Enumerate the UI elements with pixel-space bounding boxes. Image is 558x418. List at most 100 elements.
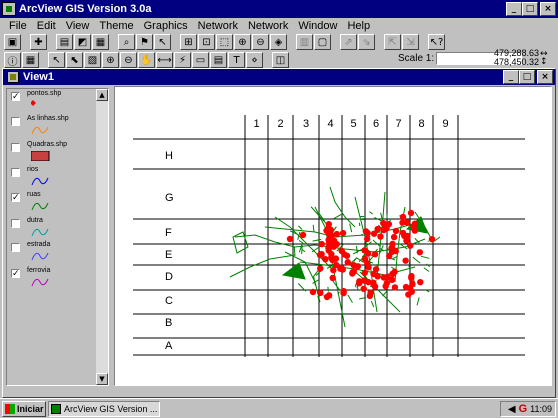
- view-window-controls: _ □ ×: [503, 70, 553, 84]
- view-icon[interactable]: [7, 71, 19, 83]
- view-maximize-button[interactable]: □: [519, 70, 535, 84]
- send-back-icon[interactable]: ⇲: [402, 34, 419, 50]
- measure-icon[interactable]: ⟷: [156, 52, 173, 68]
- scroll-up-icon[interactable]: ▲: [96, 89, 108, 101]
- open-table-icon[interactable]: ▦: [92, 34, 109, 50]
- tray-app-icon[interactable]: G: [519, 403, 528, 415]
- close-button[interactable]: ×: [540, 2, 556, 16]
- minimize-button[interactable]: _: [506, 2, 522, 16]
- menu-graphics[interactable]: Graphics: [139, 20, 193, 32]
- toc-scrollbar[interactable]: ▲ ▼: [96, 89, 108, 385]
- theme-properties-icon[interactable]: ▤: [56, 34, 73, 50]
- theme-visibility-checkbox[interactable]: [11, 143, 20, 152]
- data-point: [316, 251, 324, 259]
- theme-ferrovia[interactable]: ✓ ferrovia: [9, 267, 97, 289]
- clear-selection-icon[interactable]: ▢: [314, 34, 331, 50]
- taskbar-arcview-button[interactable]: ArcView GIS Version ...: [48, 401, 160, 417]
- arcview-app-icon[interactable]: [2, 2, 16, 16]
- scroll-down-icon[interactable]: ▼: [96, 373, 108, 385]
- theme-dutra[interactable]: dutra: [9, 217, 97, 239]
- theme-name: estrada: [27, 241, 51, 248]
- theme-visibility-checkbox[interactable]: ✓: [11, 269, 20, 279]
- data-point: [390, 233, 398, 241]
- zoom-out-icon[interactable]: ⊖: [252, 34, 269, 50]
- theme-pontos-shp[interactable]: ✓ pontos.shp: [9, 90, 97, 112]
- theme-rios[interactable]: rios: [9, 166, 97, 188]
- theme-visibility-checkbox[interactable]: [11, 117, 20, 126]
- text-tool-icon[interactable]: T: [228, 52, 245, 68]
- data-point: [364, 250, 372, 257]
- theme-visibility-checkbox[interactable]: [11, 168, 20, 177]
- data-point: [299, 231, 307, 239]
- demote-icon[interactable]: ⇘: [358, 34, 375, 50]
- help-pointer-icon[interactable]: ↖?: [428, 34, 445, 50]
- menu-help[interactable]: Help: [342, 20, 375, 32]
- system-tray: ◀ G 11:09: [500, 401, 556, 417]
- zoom-in-icon[interactable]: ⊕: [234, 34, 251, 50]
- network-tool-icon[interactable]: ◫: [272, 52, 289, 68]
- draw-tool-icon[interactable]: ⋄: [246, 52, 263, 68]
- menu-network-2[interactable]: Network: [243, 20, 293, 32]
- identify-icon[interactable]: ⓘ: [4, 52, 21, 68]
- pointer-icon[interactable]: ↖: [48, 52, 65, 68]
- theme-as-linhas-shp[interactable]: As linhas.shp: [9, 115, 97, 137]
- street-segment: [416, 297, 420, 306]
- menu-window[interactable]: Window: [293, 20, 342, 32]
- theme-visibility-checkbox[interactable]: ✓: [11, 92, 20, 102]
- locate-address-icon[interactable]: ⚑: [136, 34, 153, 50]
- zoom-active-themes-icon[interactable]: ⊡: [198, 34, 215, 50]
- map-display[interactable]: 1 2 3 4 5 6 7 8 9 H G FEDCBA: [114, 86, 552, 386]
- arcview-task-icon: [51, 404, 61, 414]
- add-theme-icon[interactable]: ✚: [30, 34, 47, 50]
- table-icon[interactable]: ▦: [22, 52, 39, 68]
- line-symbol-icon: [31, 252, 49, 261]
- data-point: [309, 288, 317, 296]
- theme-estrada[interactable]: estrada: [9, 241, 97, 263]
- pan-icon[interactable]: ✋: [138, 52, 155, 68]
- point-symbol-icon: [31, 100, 36, 106]
- view-close-button[interactable]: ×: [537, 70, 553, 84]
- data-point: [323, 293, 331, 301]
- theme-ruas[interactable]: ✓ ruas: [9, 191, 97, 213]
- menu-theme[interactable]: Theme: [94, 20, 138, 32]
- menu-edit[interactable]: Edit: [32, 20, 61, 32]
- maximize-button[interactable]: □: [522, 2, 538, 16]
- view-title-bar[interactable]: View1 _ □ ×: [3, 69, 555, 85]
- select-feature-icon[interactable]: ▧: [84, 52, 101, 68]
- hotlink-icon[interactable]: ⚡: [174, 52, 191, 68]
- menu-view[interactable]: View: [61, 20, 95, 32]
- bring-front-icon[interactable]: ⇱: [384, 34, 401, 50]
- theme-visibility-checkbox[interactable]: [11, 219, 20, 228]
- data-point: [356, 278, 363, 285]
- app-title-bar[interactable]: ArcView GIS Version 3.0a _ □ ×: [0, 0, 558, 18]
- menu-network-1[interactable]: Network: [193, 20, 243, 32]
- data-point: [363, 235, 371, 243]
- data-point: [370, 230, 378, 237]
- vertex-edit-icon[interactable]: ⬉: [66, 52, 83, 68]
- street-segment: [372, 239, 381, 247]
- speaker-icon[interactable]: ◀: [508, 404, 516, 415]
- select-features-icon[interactable]: ▥: [296, 34, 313, 50]
- street-segment: [412, 256, 421, 264]
- view-minimize-button[interactable]: _: [503, 70, 519, 84]
- zoom-in-tool-icon[interactable]: ⊕: [102, 52, 119, 68]
- promote-icon[interactable]: ⇗: [340, 34, 357, 50]
- find-icon[interactable]: ⌕: [118, 34, 135, 50]
- start-button[interactable]: Iniciar: [2, 401, 46, 417]
- map-canvas[interactable]: 1 2 3 4 5 6 7 8 9 H G FEDCBA: [115, 87, 551, 385]
- zoom-selected-icon[interactable]: ⬚: [216, 34, 233, 50]
- edit-legend-icon[interactable]: ◩: [74, 34, 91, 50]
- theme-quadras-shp[interactable]: Quadras.shp: [9, 141, 97, 163]
- save-project-icon[interactable]: ▣: [4, 34, 21, 50]
- zoom-full-extent-icon[interactable]: ⊞: [180, 34, 197, 50]
- zoom-out-tool-icon[interactable]: ⊖: [120, 52, 137, 68]
- theme-visibility-checkbox[interactable]: [11, 243, 20, 252]
- zoom-previous-icon[interactable]: ◈: [270, 34, 287, 50]
- query-builder-icon[interactable]: ↖: [154, 34, 171, 50]
- theme-visibility-checkbox[interactable]: ✓: [11, 193, 20, 203]
- area-of-interest-icon[interactable]: ▭: [192, 52, 209, 68]
- menu-file[interactable]: File: [4, 20, 32, 32]
- street-segment: [423, 267, 430, 272]
- label-icon[interactable]: ▤: [210, 52, 227, 68]
- data-point: [344, 259, 351, 266]
